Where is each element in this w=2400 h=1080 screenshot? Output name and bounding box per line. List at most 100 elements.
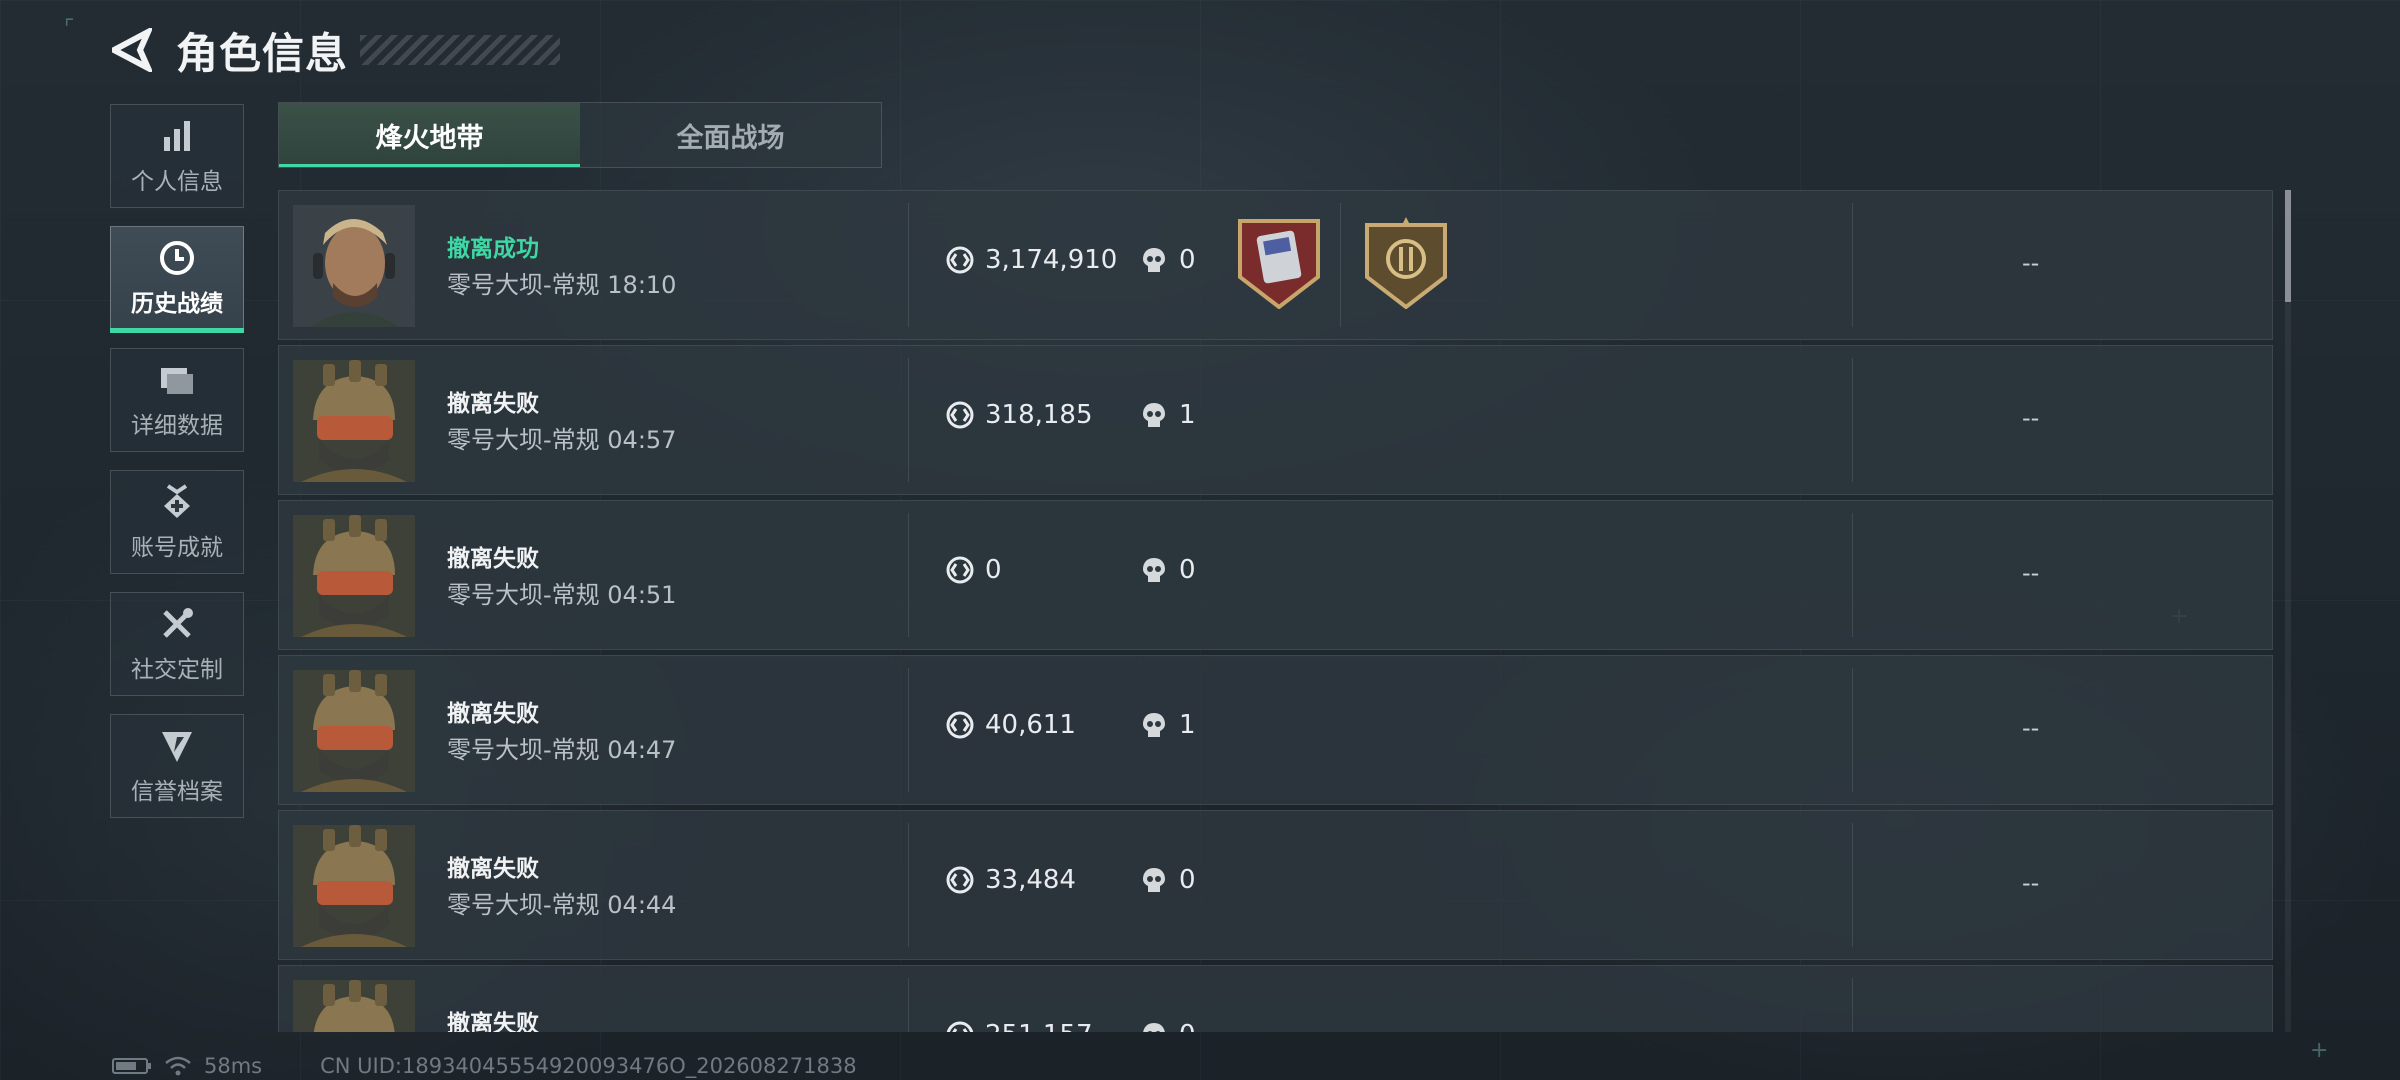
operator-avatar — [293, 670, 415, 792]
shield-icon — [157, 726, 197, 766]
title-decoration — [360, 35, 561, 65]
loot-value: 40,611 — [945, 710, 1076, 740]
extraction-status: 撤离失败 — [447, 391, 539, 417]
sidebar: 个人信息 历史战绩 详细数据 账号成就 社交定制 信誉档案 — [110, 104, 248, 836]
sidebar-item-label: 信誉档案 — [131, 779, 223, 805]
coin-icon — [945, 865, 975, 895]
folder-icon — [157, 360, 197, 400]
scrollbar-thumb[interactable] — [2285, 190, 2291, 302]
user-uid: CN UID:18934045554920093476O_20260827183… — [320, 1054, 857, 1078]
kill-count-text: 1 — [1179, 710, 1196, 740]
row-divider — [1852, 203, 1853, 327]
match-row[interactable]: 撤离失败 零号大坝-常规 04:51 0 0 -- — [278, 500, 2273, 650]
coin-icon — [945, 400, 975, 430]
bar-chart-icon — [157, 116, 197, 156]
operator-avatar — [293, 205, 415, 327]
row-divider — [1852, 823, 1853, 947]
kill-count-text: 0 — [1179, 245, 1196, 275]
extraction-status: 撤离成功 — [447, 236, 539, 262]
match-row[interactable]: 撤离失败 零号大坝-常规 04:44 33,484 0 -- — [278, 810, 2273, 960]
tools-icon — [157, 604, 197, 644]
tab-operations[interactable]: 烽火地带 — [279, 103, 580, 167]
extra-info: -- — [2022, 249, 2040, 277]
kill-count: 0 — [1139, 245, 1196, 275]
kill-count: 1 — [1139, 710, 1196, 740]
map-and-duration: 零号大坝-常规 04:44 — [447, 891, 677, 919]
kill-count: 0 — [1139, 555, 1196, 585]
row-divider — [908, 513, 909, 637]
clock-icon — [157, 238, 197, 278]
map-and-duration: 零号大坝-常规 18:10 — [447, 271, 677, 299]
sidebar-item-label: 账号成就 — [131, 535, 223, 561]
skull-icon — [1139, 245, 1169, 275]
row-divider — [908, 358, 909, 482]
page-title: 角色信息 — [176, 28, 349, 78]
loot-value: 318,185 — [945, 400, 1093, 430]
page-header: 角色信息 — [110, 22, 561, 78]
coin-icon — [945, 1020, 975, 1032]
coin-icon — [945, 555, 975, 585]
map-and-duration: 零号大坝-常规 04:51 — [447, 581, 677, 609]
match-row[interactable]: 撤离失败 251,157 0 — [278, 965, 2273, 1032]
match-row[interactable]: 撤离失败 零号大坝-常规 04:57 318,185 1 -- — [278, 345, 2273, 495]
operator-avatar — [293, 825, 415, 947]
row-divider — [1852, 978, 1853, 1032]
tab-warfare[interactable]: 全面战场 — [580, 103, 881, 167]
row-divider — [1852, 513, 1853, 637]
loot-value: 251,157 — [945, 1020, 1093, 1032]
extraction-status: 撤离失败 — [447, 701, 539, 727]
match-row[interactable]: 撤离失败 零号大坝-常规 04:47 40,611 1 -- — [278, 655, 2273, 805]
sidebar-item-detailed-data[interactable]: 详细数据 — [110, 348, 244, 452]
kill-count: 1 — [1139, 400, 1196, 430]
crosshair-decoration: ⌜ — [64, 16, 75, 41]
kill-count-text: 1 — [1179, 400, 1196, 430]
battery-icon — [112, 1057, 152, 1075]
loot-value: 33,484 — [945, 865, 1076, 895]
extraction-status: 撤离失败 — [447, 546, 539, 572]
map-and-duration: 零号大坝-常规 04:47 — [447, 736, 677, 764]
kill-count-text: 0 — [1179, 555, 1196, 585]
map-and-duration: 零号大坝-常规 04:57 — [447, 426, 677, 454]
sidebar-item-social[interactable]: 社交定制 — [110, 592, 244, 696]
kill-count: 0 — [1139, 865, 1196, 895]
kill-count-text: 0 — [1179, 865, 1196, 895]
sidebar-item-label: 个人信息 — [131, 169, 223, 195]
row-divider — [908, 203, 909, 327]
extraction-status: 撤离失败 — [447, 856, 539, 882]
sidebar-item-personal-info[interactable]: 个人信息 — [110, 104, 244, 208]
skull-icon — [1139, 710, 1169, 740]
extraction-status: 撤离失败 — [447, 1011, 539, 1032]
row-divider — [908, 668, 909, 792]
match-row[interactable]: 撤离成功 零号大坝-常规 18:10 3,174,910 0 -- — [278, 190, 2273, 340]
list-scrollbar[interactable] — [2285, 190, 2291, 1032]
match-history-list: 撤离成功 零号大坝-常规 18:10 3,174,910 0 -- 撤离失败 零… — [278, 190, 2273, 1032]
sidebar-item-achievements[interactable]: 账号成就 — [110, 470, 244, 574]
skull-icon — [1139, 555, 1169, 585]
wifi-icon — [164, 1055, 192, 1077]
sidebar-item-label: 历史战绩 — [131, 291, 223, 317]
skull-icon — [1139, 400, 1169, 430]
loot-value-text: 33,484 — [985, 865, 1076, 895]
network-latency: 58ms — [204, 1054, 263, 1078]
loot-value-text: 251,157 — [985, 1020, 1093, 1032]
sidebar-item-match-history[interactable]: 历史战绩 — [110, 226, 244, 333]
loot-value-text: 40,611 — [985, 710, 1076, 740]
emblem-badge-icon[interactable] — [1363, 217, 1449, 310]
row-divider — [1852, 668, 1853, 792]
loot-value-text: 0 — [985, 555, 1002, 585]
operator-avatar — [293, 980, 415, 1032]
coin-icon — [945, 710, 975, 740]
sidebar-item-reputation[interactable]: 信誉档案 — [110, 714, 244, 818]
card-badge-icon[interactable] — [1236, 217, 1322, 310]
extra-info: -- — [2022, 869, 2040, 897]
mode-tabs: 烽火地带 全面战场 — [278, 102, 882, 168]
back-arrow-icon[interactable] — [110, 28, 154, 72]
row-divider — [1340, 203, 1341, 327]
extra-info: -- — [2022, 714, 2040, 742]
extra-info: -- — [2022, 404, 2040, 432]
medal-icon — [157, 482, 197, 522]
loot-value: 0 — [945, 555, 1002, 585]
sidebar-item-label: 详细数据 — [131, 413, 223, 439]
coin-icon — [945, 245, 975, 275]
skull-icon — [1139, 865, 1169, 895]
